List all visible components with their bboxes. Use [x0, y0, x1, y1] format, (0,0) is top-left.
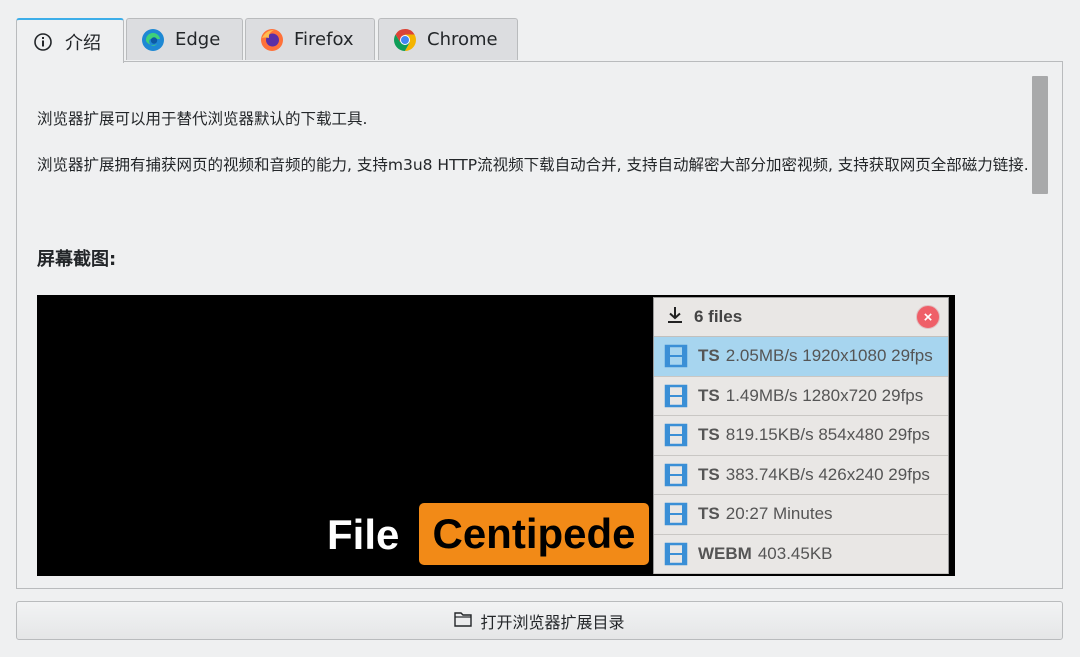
file-detail: 2.05MB/s 1920x1080 29fps	[725, 346, 933, 366]
close-icon: ×	[916, 305, 940, 329]
info-icon	[31, 30, 55, 54]
file-detail: 383.74KB/s 426x240 29fps	[725, 464, 930, 484]
file-detail: 403.45KB	[757, 543, 833, 563]
download-icon	[666, 306, 684, 329]
scrollbar-thumb[interactable]	[1032, 76, 1048, 194]
firefox-icon	[260, 28, 284, 52]
open-button-label: 打开浏览器扩展目录	[480, 612, 625, 632]
file-format: TS	[698, 464, 720, 484]
tab-chrome[interactable]: Chrome	[378, 18, 518, 60]
logo-word-centipede: Centipede	[419, 503, 649, 565]
downloads-popup: 6 files × TS 2.05MB/s 1920x1080 29fps TS 1.…	[653, 297, 949, 574]
intro-text: 浏览器扩展可以用于替代浏览器默认的下载工具.	[37, 110, 368, 128]
file-format: TS	[698, 425, 720, 445]
tab-edge[interactable]: Edge	[126, 18, 243, 60]
screenshot-heading: 屏幕截图:	[37, 249, 117, 270]
file-format: TS	[698, 504, 720, 524]
file-detail: 819.15KB/s 854x480 29fps	[725, 425, 930, 445]
tab-label: Edge	[175, 29, 221, 50]
tab-content-panel: 浏览器扩展可以用于替代浏览器默认的下载工具. 浏览器扩展拥有捕获网页的视频和音频…	[16, 61, 1063, 589]
tab-label: 介绍	[65, 32, 101, 54]
download-list-item: TS 20:27 Minutes	[654, 495, 948, 535]
edge-icon	[141, 28, 165, 52]
file-format: TS	[698, 385, 720, 405]
file-detail: 20:27 Minutes	[725, 504, 833, 524]
download-list-item: TS 1.49MB/s 1280x720 29fps	[654, 377, 948, 416]
video-file-icon	[664, 344, 688, 368]
popup-header: 6 files ×	[654, 298, 948, 337]
file-detail: 1.49MB/s 1280x720 29fps	[725, 385, 924, 405]
tab-intro[interactable]: 介绍	[16, 18, 124, 63]
video-file-icon	[664, 423, 688, 447]
chrome-icon	[393, 28, 417, 52]
description-text: 浏览器扩展拥有捕获网页的视频和音频的能力, 支持m3u8 HTTP流视频下载自动…	[37, 156, 1029, 174]
tab-firefox[interactable]: Firefox	[245, 18, 375, 60]
open-extension-folder-button[interactable]: 打开浏览器扩展目录	[16, 601, 1063, 640]
file-count: 6 files	[694, 307, 743, 326]
download-list-item: TS 2.05MB/s 1920x1080 29fps	[654, 337, 948, 377]
tab-label: Chrome	[427, 29, 498, 50]
folder-icon	[454, 611, 473, 631]
logo-word-file: File	[327, 511, 400, 558]
download-list-item: TS 819.15KB/s 854x480 29fps	[654, 416, 948, 456]
screenshot-image: File Centipede 6 files × TS 2.05MB/s 1920…	[37, 295, 955, 576]
tab-label: Firefox	[294, 29, 354, 50]
video-file-icon	[664, 463, 688, 487]
file-format: TS	[698, 346, 720, 366]
video-file-icon	[664, 384, 688, 408]
download-list-item: WEBM 403.45KB	[654, 535, 948, 574]
video-file-icon	[664, 502, 688, 526]
file-format: WEBM	[698, 543, 752, 563]
video-file-icon	[664, 542, 688, 566]
download-list-item: TS 383.74KB/s 426x240 29fps	[654, 456, 948, 495]
